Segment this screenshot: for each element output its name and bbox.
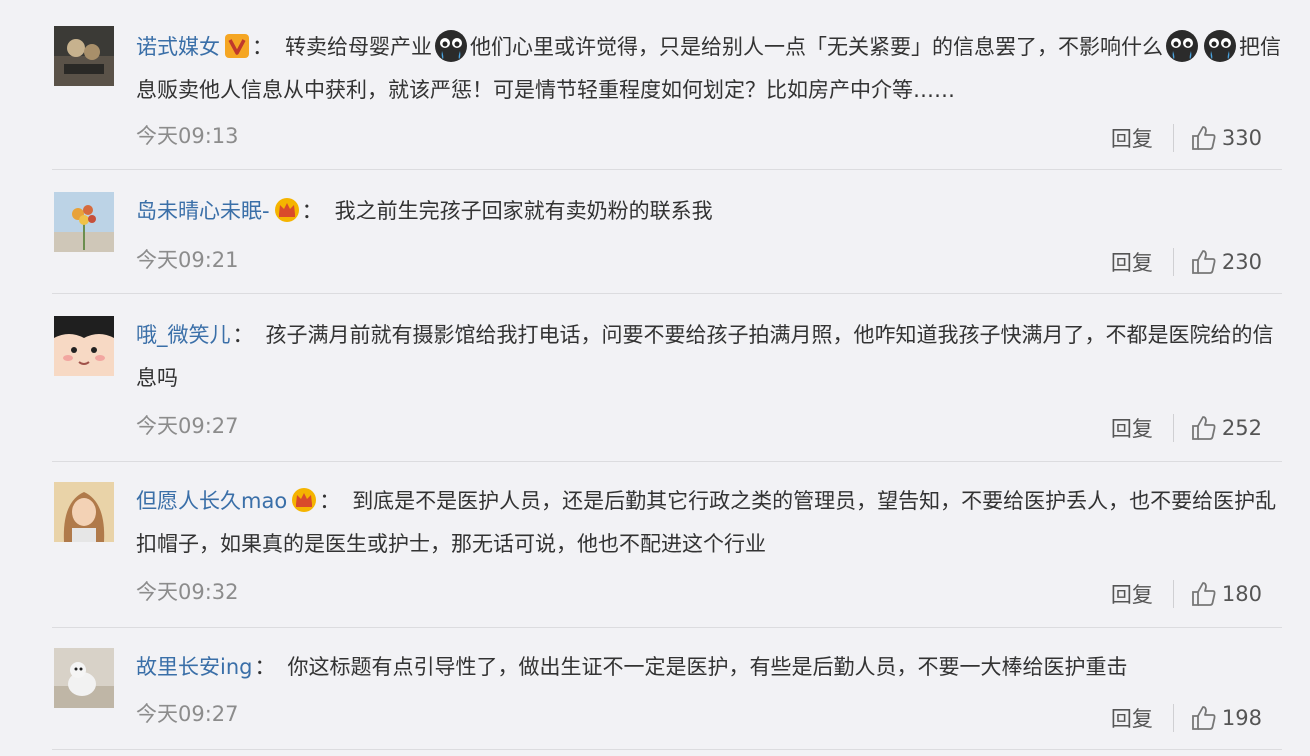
- timestamp: 今天09:27: [136, 702, 239, 726]
- like-button[interactable]: 198: [1190, 704, 1262, 732]
- divider: [1172, 248, 1174, 276]
- reply-button[interactable]: 回复: [1111, 703, 1173, 733]
- comment-body: 岛未晴心未眠- ： 我之前生完孩子回家就有卖奶粉的联系我: [136, 190, 1284, 233]
- timestamp: 今天09:13: [136, 124, 239, 148]
- comment-text: 你这标题有点引导性了，做出生证不一定是医护，有些是后勤人员，不要一大棒给医护重击: [287, 655, 1128, 679]
- avatar[interactable]: [54, 648, 114, 708]
- like-button[interactable]: 230: [1190, 248, 1262, 276]
- timestamp: 今天09:32: [136, 580, 239, 604]
- divider: [1172, 414, 1174, 442]
- thumbs-up-icon: [1192, 582, 1216, 606]
- comment-item: 故里长安ing： 你这标题有点引导性了，做出生证不一定是医护，有些是后勤人员，不要…: [52, 628, 1282, 750]
- like-count: 180: [1221, 582, 1262, 606]
- thumbs-up-icon: [1192, 126, 1216, 150]
- thumbs-up-icon: [1192, 416, 1216, 440]
- username[interactable]: 岛未晴心未眠-: [136, 199, 270, 223]
- reply-button[interactable]: 回复: [1111, 579, 1173, 609]
- comment-item: 但愿人长久mao：到底是不是医护人员，还是后勤其它行政之类的管理员，望告知，不要…: [52, 462, 1282, 628]
- comment-actions: 回复 252: [1111, 408, 1262, 448]
- username[interactable]: 故里长安ing: [136, 655, 252, 679]
- like-button[interactable]: 180: [1190, 580, 1262, 608]
- like-count: 252: [1221, 416, 1262, 440]
- reply-button[interactable]: 回复: [1111, 413, 1173, 443]
- crying-emoji-icon: [435, 30, 467, 62]
- comment-text: 孩子满月前就有摄影馆给我打电话，问要不要给孩子拍满月照，他咋知道我孩子快满月了，…: [136, 323, 1274, 390]
- username[interactable]: 诺式媒女: [136, 35, 220, 59]
- like-button[interactable]: 252: [1190, 414, 1262, 442]
- comment-actions: 回复 230: [1111, 242, 1262, 282]
- like-count: 198: [1221, 706, 1262, 730]
- comment-actions: 回复 198: [1111, 698, 1262, 738]
- comment-item: 岛未晴心未眠- ： 我之前生完孩子回家就有卖奶粉的联系我 今天09:21 回复 23…: [52, 170, 1282, 294]
- colon: ：: [319, 489, 341, 513]
- crown-badge-icon: [274, 198, 299, 222]
- comment-body: 但愿人长久mao：到底是不是医护人员，还是后勤其它行政之类的管理员，望告知，不要…: [136, 480, 1284, 566]
- colon: ：: [254, 655, 276, 679]
- thumbs-up-icon: [1192, 706, 1216, 730]
- thumbs-up-icon: [1192, 250, 1216, 274]
- reply-button[interactable]: 回复: [1111, 247, 1173, 277]
- crying-emoji-icon: [1166, 30, 1198, 62]
- timestamp: 今天09:21: [136, 248, 239, 272]
- divider: [1172, 124, 1174, 152]
- avatar[interactable]: [54, 316, 114, 376]
- divider: [1172, 704, 1174, 732]
- comment-body: 哦_微笑儿： 孩子满月前就有摄影馆给我打电话，问要不要给孩子拍满月照，他咋知道我孩…: [136, 314, 1284, 400]
- comment-text: 他们心里或许觉得，只是给别人一点「无关紧要」的信息罢了，不影响什么: [470, 35, 1163, 59]
- avatar[interactable]: [54, 26, 114, 86]
- comment-text: 我之前生完孩子回家就有卖奶粉的联系我: [334, 199, 713, 223]
- v-badge-icon: [225, 34, 249, 58]
- like-count: 230: [1221, 250, 1262, 274]
- comment-feed: 诺式媒女 ： 转卖给母婴产业 他们心里或许觉得，只是给别人一点「无关紧要」的信息罢了，…: [0, 0, 1310, 756]
- reply-button[interactable]: 回复: [1111, 123, 1173, 153]
- colon: ：: [301, 199, 323, 223]
- username[interactable]: 哦_微笑儿: [136, 323, 231, 347]
- username[interactable]: 但愿人长久mao: [136, 489, 287, 513]
- comment-actions: 回复 180: [1111, 574, 1262, 614]
- colon: ：: [232, 323, 254, 347]
- comment-actions: 回复 330: [1111, 118, 1262, 158]
- like-button[interactable]: 330: [1190, 124, 1262, 152]
- crown-badge-icon: [292, 488, 317, 512]
- avatar[interactable]: [54, 482, 114, 542]
- avatar[interactable]: [54, 192, 114, 252]
- colon: ：: [252, 35, 273, 59]
- like-count: 330: [1221, 126, 1262, 150]
- comment-body: 诺式媒女 ： 转卖给母婴产业 他们心里或许觉得，只是给别人一点「无关紧要」的信息罢了，…: [136, 26, 1284, 112]
- timestamp: 今天09:27: [136, 414, 239, 438]
- comment-body: 故里长安ing： 你这标题有点引导性了，做出生证不一定是医护，有些是后勤人员，不要…: [136, 646, 1284, 689]
- comment-item: 诺式媒女 ： 转卖给母婴产业 他们心里或许觉得，只是给别人一点「无关紧要」的信息罢了，…: [52, 0, 1282, 170]
- crying-emoji-icon: [1204, 30, 1236, 62]
- comment-text: 转卖给母婴产业: [285, 35, 432, 59]
- comment-item: 哦_微笑儿： 孩子满月前就有摄影馆给我打电话，问要不要给孩子拍满月照，他咋知道我孩…: [52, 294, 1282, 462]
- divider: [1172, 580, 1174, 608]
